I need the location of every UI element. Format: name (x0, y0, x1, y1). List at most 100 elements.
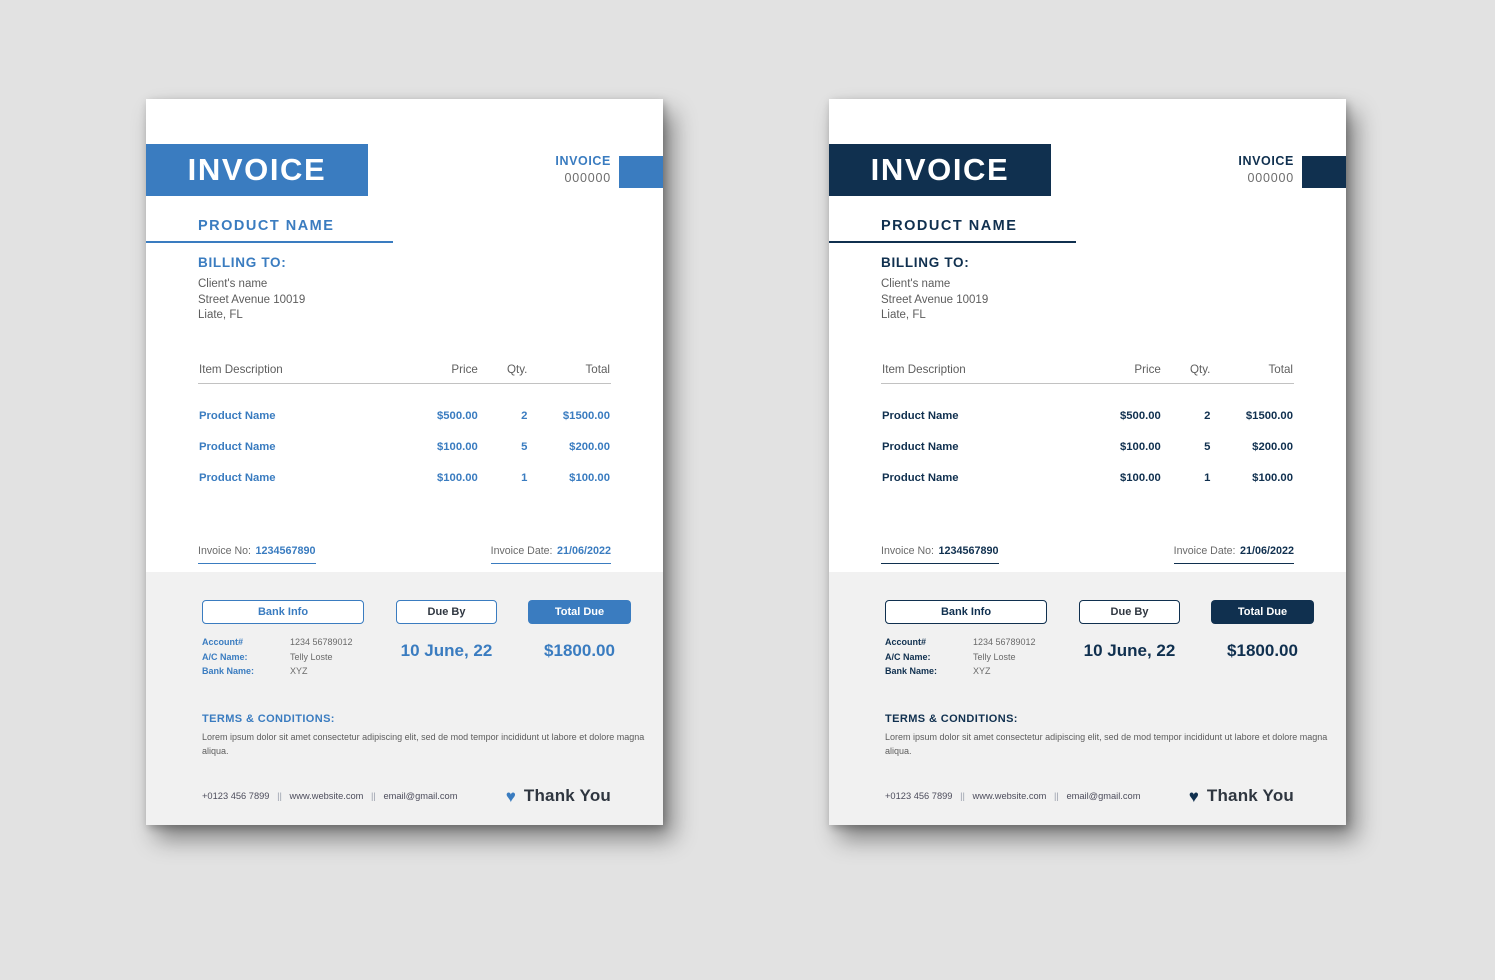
billing-heading: BILLING TO: (198, 255, 287, 270)
column-header-qty: Qty. (1161, 361, 1212, 384)
column-header-price: Price (387, 361, 479, 384)
invoice-number-label: INVOICE (1238, 154, 1294, 168)
company-name: PRODUCT NAME (198, 218, 335, 234)
bank-info-column: Bank Info Account# 1234 56789012 A/C Nam… (202, 600, 364, 679)
contact-separator: || (1054, 791, 1059, 801)
contact-website[interactable]: www.website.com (973, 791, 1047, 801)
table-row: Product Name $100.00 1 $100.00 (881, 454, 1294, 485)
bank-detail-value: Telly Loste (290, 651, 333, 662)
invoice-no-label: Invoice No: (198, 544, 251, 557)
bank-detail-row: A/C Name: Telly Loste (885, 650, 1047, 665)
invoice-no-block: Invoice No: 1234567890 (198, 541, 316, 564)
table-row: Product Name $500.00 2 $1500.00 (881, 383, 1294, 423)
due-by-button[interactable]: Due By (396, 600, 497, 624)
cell-price: $100.00 (1119, 440, 1161, 453)
thank-you-label: Thank You (1206, 786, 1294, 805)
column-header-item: Item Description (881, 361, 1071, 384)
line-items-table: Item Description Price Qty. Total Produc… (198, 361, 611, 485)
contact-phone[interactable]: +0123 456 7899 (885, 791, 952, 801)
invoice-meta-row: Invoice No: 1234567890 Invoice Date: 21/… (198, 541, 611, 564)
cell-item: Product Name (882, 440, 959, 453)
cell-price: $100.00 (1119, 471, 1161, 484)
cell-item: Product Name (199, 440, 276, 453)
billing-line: Street Avenue 10019 (881, 293, 989, 306)
invoice-footer-band: Bank Info Account# 1234 56789012 A/C Nam… (829, 572, 1346, 825)
due-by-column: Due By 10 June, 22 (1079, 600, 1180, 661)
invoice-date-value: 21/06/2022 (1239, 544, 1294, 557)
table-row: Product Name $500.00 2 $1500.00 (198, 383, 611, 423)
terms-body: Lorem ipsum dolor sit amet consectetur a… (202, 731, 645, 757)
cell-price: $100.00 (436, 440, 478, 453)
contact-email[interactable]: email@gmail.com (1066, 791, 1140, 801)
invoice-number-block: INVOICE 000000 (555, 154, 611, 185)
cell-total: $1500.00 (1245, 409, 1293, 422)
thank-you-label: Thank You (523, 786, 611, 805)
bank-detail-key: Account# (202, 637, 244, 647)
invoice-date-label: Invoice Date: (490, 544, 553, 557)
bank-detail-key: Bank Name: (885, 666, 938, 677)
invoice-no-label: Invoice No: (881, 544, 934, 557)
total-due-button[interactable]: Total Due (1211, 600, 1314, 624)
cell-total: $200.00 (569, 440, 610, 453)
corner-accent-block (619, 156, 663, 188)
bank-detail-key: A/C Name: (885, 651, 931, 662)
invoice-title: INVOICE (187, 152, 327, 187)
invoice-number-value: 000000 (564, 171, 611, 185)
invoice-title: INVOICE (870, 152, 1010, 187)
bank-info-column: Bank Info Account# 1234 56789012 A/C Nam… (885, 600, 1047, 679)
billing-line: Street Avenue 10019 (198, 293, 306, 306)
total-due-value: $1800.00 (1227, 641, 1298, 660)
bank-info-button[interactable]: Bank Info (885, 600, 1047, 624)
cell-item: Product Name (199, 471, 276, 484)
company-name: PRODUCT NAME (881, 218, 1018, 234)
cell-qty: 5 (521, 440, 528, 453)
cell-total: $100.00 (1252, 471, 1293, 484)
invoice-date-block: Invoice Date: 21/06/2022 (1173, 541, 1294, 564)
invoice-no-value: 1234567890 (938, 544, 999, 557)
contact-details: +0123 456 7899 || www.website.com || ema… (885, 791, 1140, 801)
due-by-column: Due By 10 June, 22 (396, 600, 497, 661)
thank-you-block: ♥ Thank You (506, 786, 611, 806)
total-due-value: $1800.00 (544, 641, 615, 660)
cell-total: $200.00 (1252, 440, 1293, 453)
bank-detail-value: XYZ (973, 666, 991, 677)
contact-separator: || (960, 791, 965, 801)
bank-info-button[interactable]: Bank Info (202, 600, 364, 624)
invoice-no-value: 1234567890 (255, 544, 316, 557)
bank-detail-row: Account# 1234 56789012 (885, 635, 1047, 650)
cell-item: Product Name (882, 471, 959, 484)
billing-heading: BILLING TO: (881, 255, 970, 270)
footer-summary-row: Bank Info Account# 1234 56789012 A/C Nam… (885, 600, 1346, 679)
invoice-date-label: Invoice Date: (1173, 544, 1236, 557)
cell-price: $100.00 (436, 471, 478, 484)
bank-detail-value: XYZ (290, 666, 308, 677)
invoice-number-value: 000000 (1247, 171, 1294, 185)
bank-detail-value: Telly Loste (973, 651, 1016, 662)
invoice-date-block: Invoice Date: 21/06/2022 (490, 541, 611, 564)
company-divider (829, 241, 1076, 243)
billing-line: Liate, FL (881, 309, 926, 322)
line-items-table: Item Description Price Qty. Total Produc… (881, 361, 1294, 485)
company-block: PRODUCT NAME (146, 217, 663, 243)
billing-line: Client's name (881, 278, 951, 290)
contact-phone[interactable]: +0123 456 7899 (202, 791, 269, 801)
bank-detail-key: A/C Name: (202, 651, 248, 662)
terms-heading: TERMS & CONDITIONS: (885, 712, 1018, 725)
table-header-row: Item Description Price Qty. Total (881, 361, 1294, 384)
contact-website[interactable]: www.website.com (290, 791, 364, 801)
invoice-page-navy: INVOICE INVOICE 000000 PRODUCT NAME BILL… (829, 99, 1346, 825)
contact-email[interactable]: email@gmail.com (383, 791, 457, 801)
invoice-date-value: 21/06/2022 (556, 544, 611, 557)
invoice-mockup-stage: INVOICE INVOICE 000000 PRODUCT NAME BILL… (0, 0, 1495, 980)
bank-detail-key: Account# (885, 637, 927, 647)
bank-details-list: Account# 1234 56789012 A/C Name: Telly L… (885, 635, 1047, 679)
table-header-row: Item Description Price Qty. Total (198, 361, 611, 384)
due-by-button[interactable]: Due By (1079, 600, 1180, 624)
billing-block: BILLING TO: Client's name Street Avenue … (829, 255, 1346, 324)
company-divider (146, 241, 393, 243)
cell-total: $100.00 (569, 471, 610, 484)
bank-detail-row: Bank Name: XYZ (202, 664, 364, 679)
total-due-button[interactable]: Total Due (528, 600, 631, 624)
invoice-number-label: INVOICE (555, 154, 611, 168)
cell-qty: 2 (1204, 409, 1211, 422)
